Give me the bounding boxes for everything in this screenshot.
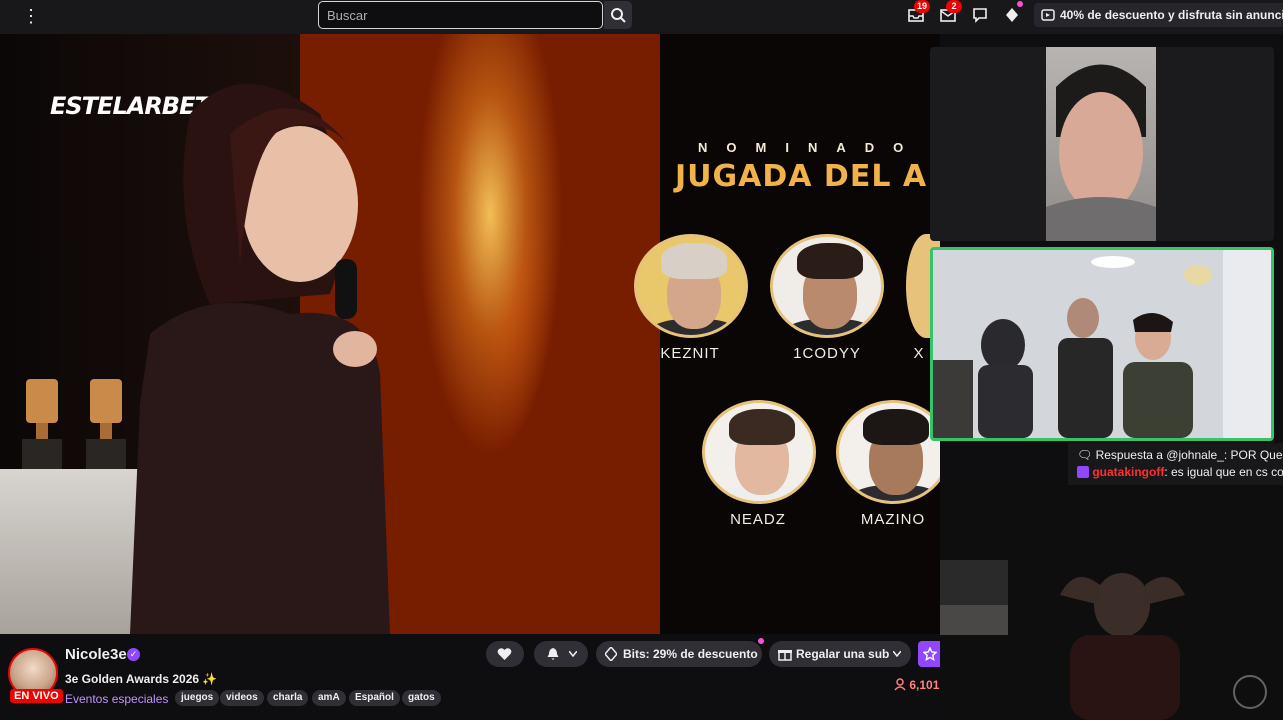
- crown-drops-button[interactable]: [1004, 1, 1023, 25]
- webcam-feed-2[interactable]: [930, 247, 1274, 441]
- search-icon: [611, 8, 626, 23]
- dark-room-image: [940, 485, 1283, 720]
- badge-icon: [1077, 466, 1089, 478]
- nominee-name: KEZNIT: [660, 345, 720, 362]
- hair: [729, 409, 795, 445]
- heart-icon: [497, 648, 512, 660]
- new-dot: [1017, 1, 1023, 7]
- nominee-name: MAZINO: [860, 511, 926, 528]
- viewer-count: 6,101: [894, 678, 939, 692]
- viewers-icon: [894, 678, 906, 691]
- star-icon: [923, 647, 937, 661]
- nominee-portrait: [836, 400, 940, 504]
- chat-username[interactable]: guatakingoff: [1092, 465, 1164, 479]
- hair: [797, 243, 863, 279]
- promo-label: 40% de descuento y disfruta sin anuncios: [1060, 8, 1283, 22]
- overlay-heading-small: NOMINADO: [698, 140, 923, 155]
- chat-bubble-button[interactable]: [972, 7, 990, 25]
- room-scene-image: [933, 250, 1271, 438]
- webcam-feed-3[interactable]: [940, 485, 1283, 720]
- gift-sub-button[interactable]: Regalar una sub: [769, 641, 911, 667]
- category-link[interactable]: Eventos especiales: [65, 692, 168, 706]
- verified-icon: ✓: [127, 648, 140, 661]
- inbox-badge: 2: [946, 0, 962, 13]
- bits-gem-icon: [605, 647, 617, 661]
- gift-icon: [778, 650, 792, 661]
- chat-reply-line: 🗨 Respuesta a @johnale_: POR Que en: [1077, 448, 1283, 462]
- gift-label: Regalar una sub: [796, 647, 890, 661]
- notifications-badge: 19: [914, 0, 931, 13]
- bits-label: Bits: 29% de descuento: [623, 647, 758, 661]
- tag[interactable]: charla: [267, 690, 309, 706]
- chat-header-strip: [1062, 34, 1283, 47]
- nominee-name: NEADZ: [730, 511, 786, 528]
- bell-icon: [547, 648, 559, 660]
- nominee-portrait: [770, 234, 884, 338]
- channel-info-bar: EN VIVO Nicole3e ✓ 3e Golden Awards 2026…: [0, 634, 940, 720]
- chat-reply-text: Respuesta a @johnale_: POR Que en: [1095, 448, 1283, 462]
- tag[interactable]: juegos: [175, 690, 220, 706]
- top-nav-bar: ⋮ Buscar 19 2 40% de descuento y disfrut…: [0, 0, 1283, 34]
- watermark-logo-icon: [1233, 675, 1267, 709]
- streamer-name[interactable]: Nicole3e: [65, 646, 127, 663]
- bits-button[interactable]: Bits: 29% de descuento: [596, 638, 764, 667]
- search-input[interactable]: Buscar: [318, 1, 603, 29]
- hair: [863, 409, 929, 445]
- overlay-heading-large: JUGADA DEL A: [675, 159, 928, 194]
- follow-button[interactable]: [486, 641, 524, 667]
- nominee-name: X: [913, 345, 925, 362]
- more-options-icon[interactable]: ⋮: [22, 7, 40, 25]
- notifications-button[interactable]: 19: [908, 0, 931, 25]
- notifications-toggle-button[interactable]: [534, 641, 588, 667]
- chat-message-text: : es igual que en cs co: [1164, 465, 1283, 479]
- viewer-count-value: 6,101: [909, 678, 940, 692]
- nominee-portrait: [702, 400, 816, 504]
- person-face-image: [1046, 64, 1156, 241]
- search-button[interactable]: [604, 1, 632, 29]
- turbo-promo-button[interactable]: 40% de descuento y disfruta sin anuncios: [1034, 3, 1283, 27]
- live-badge: EN VIVO: [10, 689, 63, 703]
- subscribe-button[interactable]: [918, 641, 940, 667]
- webcam-feed-1[interactable]: [930, 47, 1274, 241]
- trophy-image: [86, 379, 126, 474]
- chat-preview[interactable]: 🗨 Respuesta a @johnale_: POR Que en guat…: [1068, 443, 1283, 485]
- reply-icon: 🗨: [1077, 448, 1093, 462]
- ad-free-icon: [1041, 9, 1055, 21]
- presenter-image: [130, 84, 390, 634]
- nominee-name: 1CODYY: [793, 345, 861, 362]
- tag[interactable]: Español: [349, 690, 400, 706]
- nominee-portrait: [634, 234, 748, 338]
- gem-icon: [1006, 8, 1018, 22]
- chat-bubble-icon: [973, 8, 987, 23]
- tag[interactable]: amA: [312, 690, 346, 706]
- tag[interactable]: gatos: [402, 690, 441, 706]
- chat-message: guatakingoff: es igual que en cs co: [1077, 465, 1283, 479]
- webcam-person-image: [1046, 47, 1156, 241]
- whispers-button[interactable]: 2: [940, 0, 962, 25]
- chevron-down-icon: [569, 651, 577, 657]
- chevron-down-icon: [893, 651, 901, 657]
- video-player[interactable]: ESTELARBET NOMINADO JUGADA DEL A KEZNIT …: [0, 34, 940, 634]
- stream-title: 3e Golden Awards 2026 ✨: [65, 672, 218, 686]
- tag[interactable]: videos: [220, 690, 264, 706]
- hair: [661, 243, 727, 279]
- trophy-image: [22, 379, 62, 474]
- new-dot: [758, 638, 764, 644]
